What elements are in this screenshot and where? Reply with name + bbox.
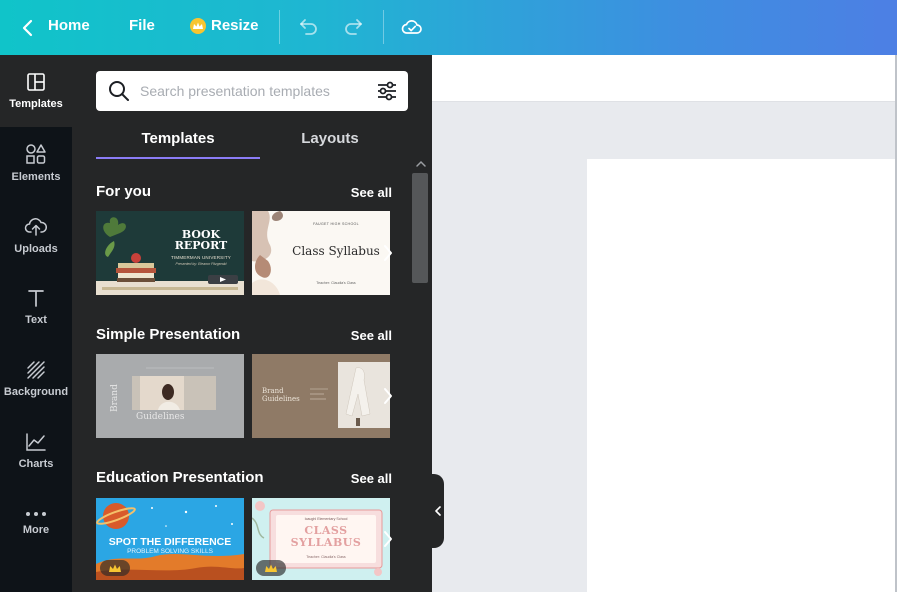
filter-sliders-icon[interactable] [376, 80, 398, 102]
resize-label: Resize [211, 17, 259, 34]
rail-item-uploads[interactable]: Uploads [0, 199, 72, 271]
file-menu-button[interactable]: File [129, 17, 155, 34]
template-thumbnail-class-syllabus-kids[interactable]: Icaughl Elementary School CLASS SYLLABUS… [252, 498, 390, 580]
rail-label: Templates [9, 98, 63, 110]
upload-cloud-icon [24, 218, 48, 236]
file-label: File [129, 17, 155, 34]
top-bar: Home File Resize [0, 0, 897, 55]
scroll-up-arrow-icon[interactable] [415, 159, 427, 169]
rail-label: Text [25, 314, 47, 326]
rail-label: Charts [18, 458, 54, 470]
chevron-right-icon[interactable] [381, 386, 395, 406]
section-title: For you [96, 183, 151, 200]
cloud-saved-icon[interactable] [400, 15, 424, 39]
class-syllabus-header: FAUGET HIGH SCHOOL [313, 222, 359, 226]
see-all-link[interactable]: See all [342, 185, 392, 200]
crown-icon [265, 564, 277, 572]
premium-crown-badge [256, 560, 286, 576]
left-rail: Templates Elements Uploads Text Backgrou… [0, 55, 72, 592]
spot-difference-subtitle: PROBLEM SOLVING SKILLS [127, 548, 213, 555]
rail-item-text[interactable]: Text [0, 271, 72, 343]
design-page[interactable] [587, 159, 897, 592]
toolbar-divider [279, 10, 280, 44]
class-syllabus-title: Class Syllabus [292, 244, 380, 258]
rail-item-more[interactable]: More [0, 487, 72, 559]
search-icon [109, 81, 129, 101]
home-button[interactable]: Home [48, 17, 90, 34]
chevron-right-icon[interactable] [381, 243, 395, 263]
class-syllabus-footer: Teacher: Claudia's Class [316, 281, 356, 285]
redo-icon[interactable] [342, 15, 366, 39]
rail-label: Elements [11, 171, 61, 183]
rail-label: Uploads [14, 243, 58, 255]
kids-syllabus-title-b: SYLLABUS [290, 536, 362, 549]
template-thumbnail-book-report[interactable]: BOOK REPORT TIMMERMAN UNIVERSITY Present… [96, 211, 244, 295]
book-report-title: BOOK REPORT [174, 228, 228, 252]
crown-icon [109, 564, 121, 572]
premium-crown-badge [100, 560, 130, 576]
resize-button[interactable]: Resize [190, 17, 259, 34]
template-thumbnail-brand-guidelines-brown[interactable]: Brand Guidelines [252, 354, 390, 438]
chevron-left-icon [435, 506, 441, 516]
kids-syllabus-footer: Teacher: Claudia's Class [306, 555, 346, 559]
rail-item-charts[interactable]: Charts [0, 415, 72, 487]
template-thumbnail-brand-guidelines-grey[interactable]: Brand Guidelines [96, 354, 244, 438]
panel-scrollbar-thumb[interactable] [412, 173, 428, 283]
kids-syllabus-header: Icaughl Elementary School [304, 517, 348, 521]
rail-label: More [22, 524, 50, 536]
rail-item-background[interactable]: Background [0, 343, 72, 415]
brand-word: Brand [110, 384, 120, 412]
rail-item-elements[interactable]: Elements [0, 127, 72, 199]
rail-item-templates[interactable]: Templates [0, 55, 72, 127]
home-label: Home [48, 17, 90, 34]
chevron-left-icon[interactable] [18, 18, 38, 38]
spot-difference-title: SPOT THE DIFFERENCE [108, 536, 232, 548]
book-report-artwork [96, 211, 244, 295]
collapse-panel-handle[interactable] [432, 474, 444, 548]
elements-icon [26, 144, 46, 164]
more-icon [26, 512, 46, 516]
editor-window: Home File Resize Templates Elements Uplo… [0, 0, 897, 592]
panel-tabs: Templates Layouts [96, 125, 408, 159]
templates-icon [27, 73, 45, 91]
templates-panel: Templates Layouts For you See all BOOK R… [72, 55, 432, 592]
brand-guidelines-title: Brand Guidelines [262, 387, 300, 403]
chevron-right-icon[interactable] [381, 529, 395, 549]
see-all-link[interactable]: See all [342, 328, 392, 343]
editor-toolbar-strip [432, 55, 897, 102]
undo-icon[interactable] [296, 15, 320, 39]
rail-label: Background [3, 386, 69, 398]
chart-icon [26, 433, 46, 451]
template-thumbnail-spot-the-difference[interactable]: SPOT THE DIFFERENCE PROBLEM SOLVING SKIL… [96, 498, 244, 580]
crown-icon [190, 17, 206, 34]
background-icon [27, 361, 45, 379]
toolbar-divider [383, 10, 384, 44]
search-box [96, 71, 408, 111]
template-thumbnail-class-syllabus[interactable]: FAUGET HIGH SCHOOL Class Syllabus Teache… [252, 211, 390, 295]
text-icon [28, 290, 44, 307]
tab-layouts[interactable]: Layouts [252, 125, 408, 159]
search-input[interactable] [140, 79, 362, 103]
see-all-link[interactable]: See all [342, 471, 392, 486]
section-title: Simple Presentation [96, 326, 241, 343]
guidelines-word: Guidelines [136, 412, 185, 422]
tab-templates[interactable]: Templates [96, 125, 260, 159]
section-title: Education Presentation [96, 469, 264, 486]
book-report-subtitle: TIMMERMAN UNIVERSITY [170, 255, 231, 260]
book-report-caption: Presented by: Eleanor Fitzgerald [175, 262, 227, 266]
